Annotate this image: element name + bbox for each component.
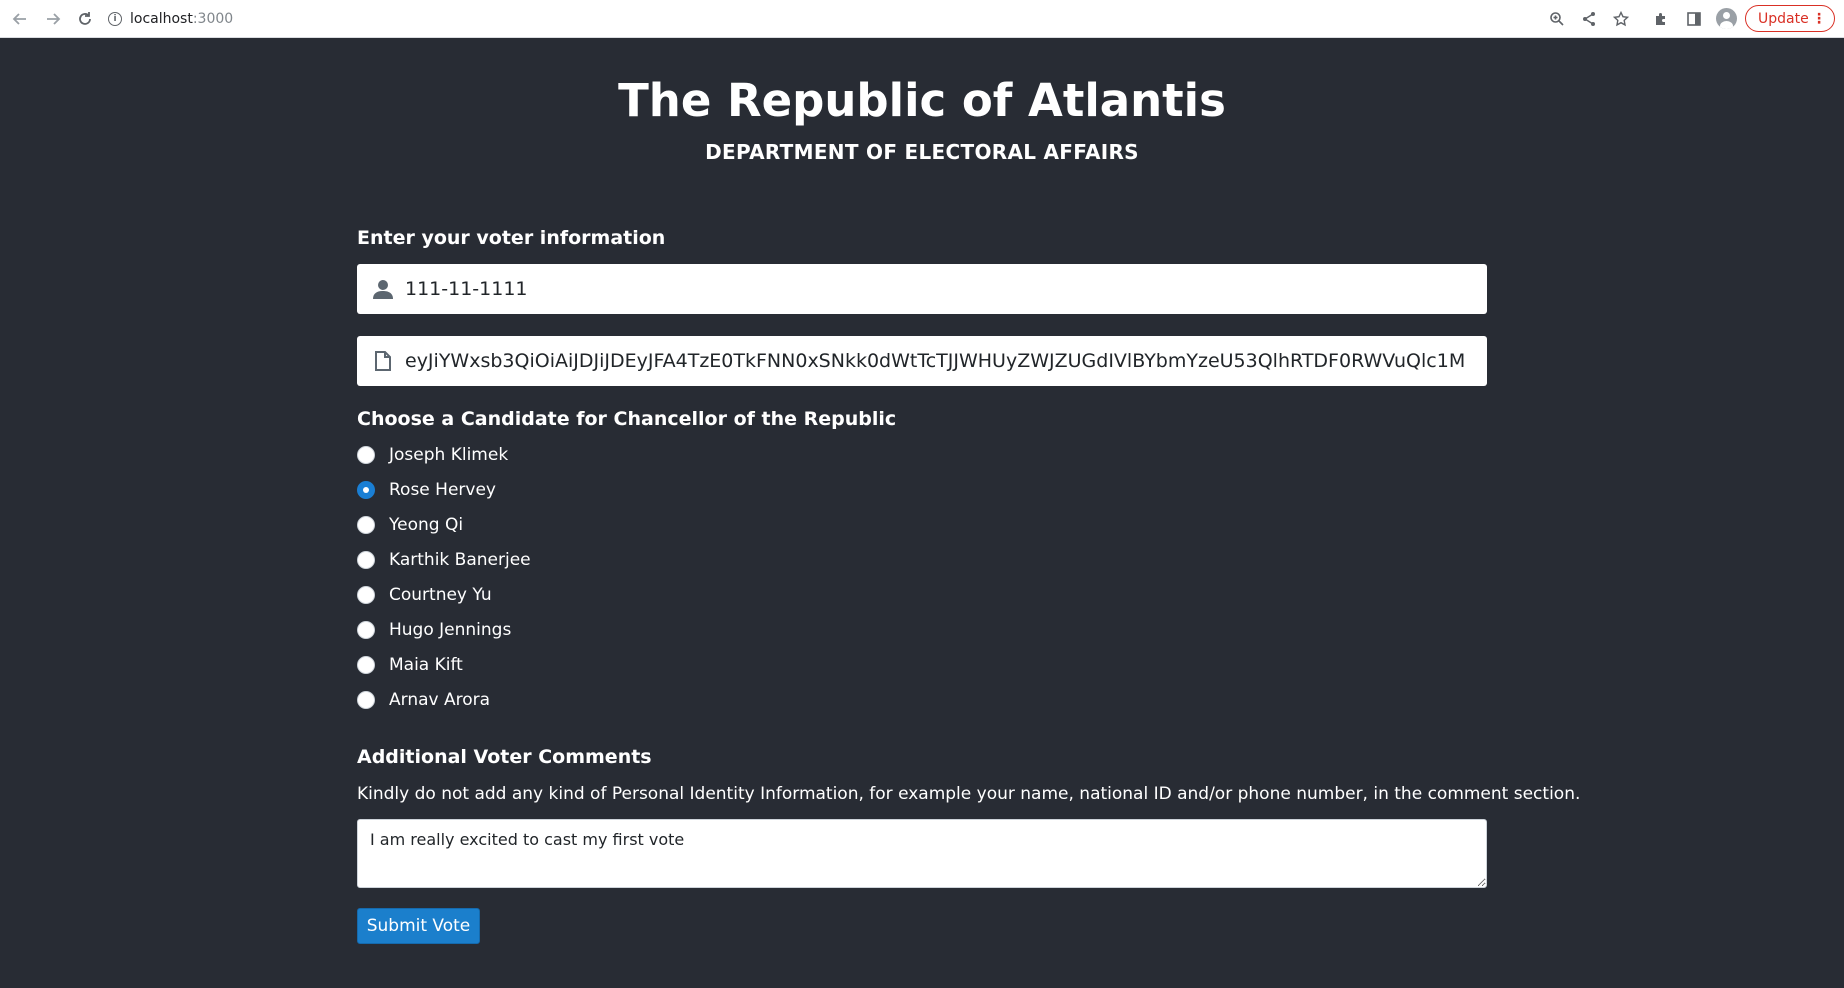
reload-icon[interactable]: [74, 8, 96, 30]
site-info-icon[interactable]: i: [108, 12, 122, 26]
candidate-radio[interactable]: [357, 586, 375, 604]
candidate-option[interactable]: Karthik Banerjee: [357, 548, 531, 572]
candidate-radio[interactable]: [357, 551, 375, 569]
update-button[interactable]: Update ⋮: [1745, 5, 1835, 32]
candidate-label: Maia Kift: [389, 655, 463, 675]
candidate-option[interactable]: Rose Hervey: [357, 478, 496, 502]
update-label: Update: [1758, 10, 1809, 27]
forward-icon[interactable]: [42, 8, 64, 30]
candidate-option[interactable]: Yeong Qi: [357, 513, 463, 537]
extensions-icon[interactable]: [1651, 9, 1671, 29]
bookmark-star-icon[interactable]: [1611, 9, 1631, 29]
submit-vote-button[interactable]: Submit Vote: [357, 908, 480, 944]
profile-avatar[interactable]: [1716, 8, 1737, 29]
more-options-icon: ⋮: [1812, 10, 1826, 27]
candidate-option[interactable]: Maia Kift: [357, 653, 463, 677]
candidate-label: Arnav Arora: [389, 690, 491, 710]
comments-textarea[interactable]: I am really excited to cast my first vot…: [357, 819, 1487, 888]
candidate-radio[interactable]: [357, 621, 375, 639]
candidate-label: Rose Hervey: [389, 480, 496, 500]
back-icon[interactable]: [9, 8, 31, 30]
candidate-radio[interactable]: [357, 481, 375, 499]
national-id-field[interactable]: [357, 264, 1487, 314]
candidate-label: Hugo Jennings: [389, 620, 512, 640]
candidate-radio[interactable]: [357, 656, 375, 674]
candidate-option[interactable]: Joseph Klimek: [357, 443, 508, 467]
file-icon: [371, 351, 395, 371]
page-subtitle: DEPARTMENT OF ELECTORAL AFFAIRS: [705, 140, 1139, 164]
page-title: The Republic of Atlantis: [618, 74, 1226, 127]
candidate-label: Courtney Yu: [389, 585, 492, 605]
voter-token-input[interactable]: [405, 350, 1475, 372]
user-icon: [371, 278, 395, 300]
candidate-radio[interactable]: [357, 691, 375, 709]
voter-info-heading: Enter your voter information: [357, 227, 666, 249]
candidate-label: Joseph Klimek: [389, 445, 509, 465]
address-bar[interactable]: i localhost:3000: [108, 6, 233, 32]
voter-token-field[interactable]: [357, 336, 1487, 386]
side-panel-icon[interactable]: [1684, 9, 1704, 29]
national-id-input[interactable]: [405, 278, 1475, 300]
candidate-label: Yeong Qi: [389, 515, 464, 535]
share-icon[interactable]: [1579, 9, 1599, 29]
candidate-radio[interactable]: [357, 446, 375, 464]
browser-toolbar: i localhost:3000 Update ⋮: [0, 0, 1844, 38]
comments-note: Kindly do not add any kind of Personal I…: [357, 784, 1581, 804]
candidate-option[interactable]: Courtney Yu: [357, 583, 492, 607]
candidate-option[interactable]: Arnav Arora: [357, 688, 490, 712]
candidate-option[interactable]: Hugo Jennings: [357, 618, 511, 642]
zoom-icon[interactable]: [1547, 9, 1567, 29]
comments-heading: Additional Voter Comments: [357, 746, 652, 768]
candidate-radio[interactable]: [357, 516, 375, 534]
url-port: :3000: [192, 11, 234, 27]
candidate-heading: Choose a Candidate for Chancellor of the…: [357, 408, 897, 430]
candidate-label: Karthik Banerjee: [389, 550, 531, 570]
url-host: localhost: [130, 11, 193, 27]
